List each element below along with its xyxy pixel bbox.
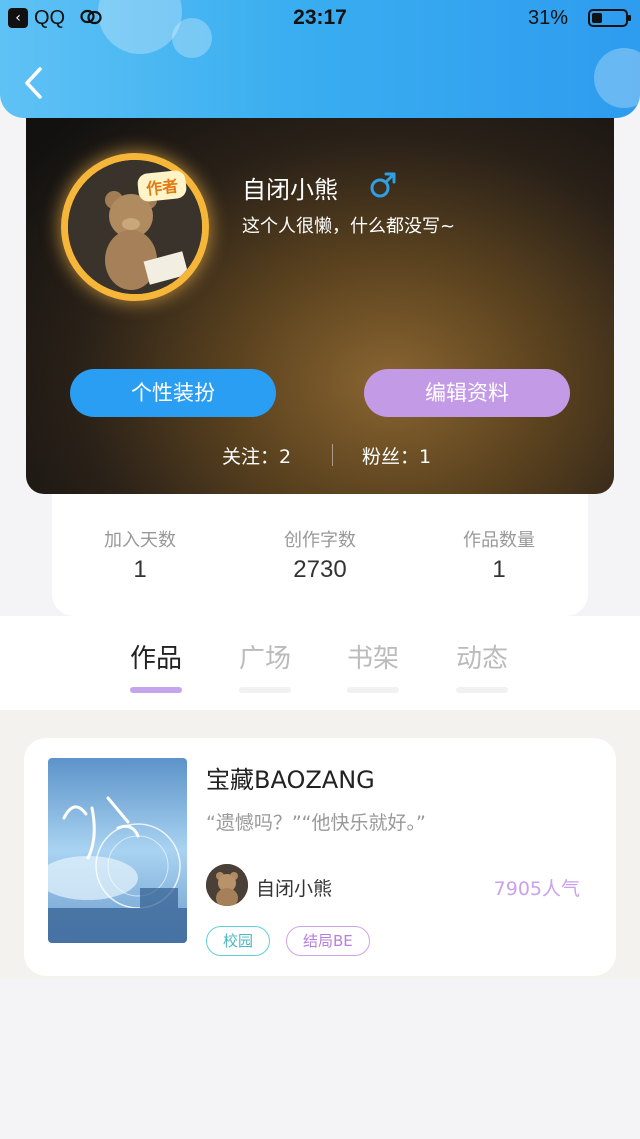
book-cover[interactable] — [48, 758, 187, 943]
stat-join-days: 加入天数 1 — [60, 526, 220, 584]
stat-label: 作品数量 — [463, 530, 535, 551]
tab-label: 书架 — [346, 644, 399, 674]
tab-square[interactable]: 广场 — [225, 638, 305, 693]
stat-label: 加入天数 — [104, 530, 176, 551]
work-quote: “遗憾吗？”“他快乐就好。” — [206, 812, 426, 834]
male-gender-icon — [370, 172, 396, 198]
edit-profile-button[interactable]: 编辑资料 — [364, 369, 570, 417]
dress-up-button[interactable]: 个性装扮 — [70, 369, 276, 417]
following-count[interactable]: 关注：2 — [222, 442, 291, 469]
tab-indicator — [239, 687, 291, 693]
battery-percentage: 31% — [527, 7, 568, 29]
work-popularity: 7905人气 — [493, 878, 580, 900]
author-avatar[interactable] — [206, 864, 248, 906]
username: 自闭小熊 — [242, 176, 338, 204]
tab-bookshelf[interactable]: 书架 — [333, 638, 413, 693]
profile-card: 作者 自闭小熊 这个人很懒，什么都没写~ 个性装扮 编辑资料 关注：2 粉丝：1 — [26, 96, 614, 494]
fans-count[interactable]: 粉丝：1 — [362, 442, 431, 469]
tab-indicator — [130, 687, 182, 693]
stat-works-count: 作品数量 1 — [419, 526, 579, 584]
decor-bubble — [594, 48, 640, 108]
stat-value: 2730 — [293, 556, 347, 583]
tab-indicator — [347, 687, 399, 693]
tab-indicator — [456, 687, 508, 693]
back-arrow-icon[interactable] — [20, 66, 50, 100]
divider — [332, 444, 333, 466]
tab-bar: 作品 广场 书架 动态 — [0, 616, 640, 710]
work-card[interactable]: 宝藏BAOZANG “遗憾吗？”“他快乐就好。” 自闭小熊 7905人气 校园 … — [24, 738, 616, 976]
battery-icon — [588, 9, 631, 27]
author-badge: 作者 — [136, 169, 188, 203]
work-tag[interactable]: 校园 — [206, 926, 271, 956]
work-author-name[interactable]: 自闭小熊 — [256, 874, 332, 901]
stat-value: 1 — [492, 556, 506, 583]
status-bar: ‹ QQ 23:17 31% — [0, 0, 640, 36]
tab-label: 作品 — [129, 644, 182, 674]
stat-label: 创作字数 — [284, 530, 356, 551]
tab-activity[interactable]: 动态 — [442, 638, 522, 693]
tab-works[interactable]: 作品 — [116, 638, 196, 693]
user-bio: 这个人很懒，什么都没写~ — [242, 216, 456, 237]
tab-label: 广场 — [238, 644, 291, 674]
tab-label: 动态 — [455, 644, 508, 674]
bottom-area — [0, 978, 640, 1139]
work-title[interactable]: 宝藏BAOZANG — [206, 760, 375, 795]
stat-value: 1 — [133, 556, 147, 583]
teddy-bear-icon — [206, 864, 248, 906]
work-tag[interactable]: 结局BE — [286, 926, 370, 956]
book-cover-image — [48, 758, 187, 943]
stat-word-count: 创作字数 2730 — [240, 526, 400, 584]
